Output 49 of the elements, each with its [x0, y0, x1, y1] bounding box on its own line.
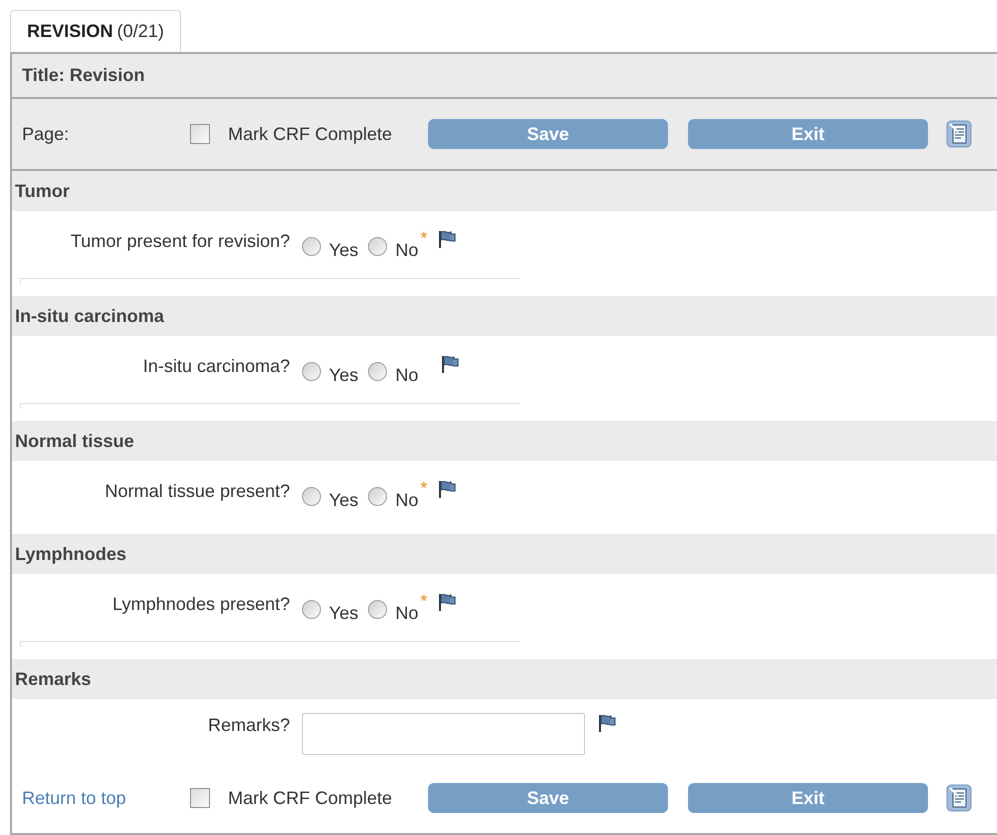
- return-to-top-link[interactable]: Return to top: [22, 788, 126, 808]
- question-label: Normal tissue present?: [104, 480, 291, 503]
- option-label: Yes: [329, 364, 358, 387]
- option-label: Yes: [329, 602, 358, 625]
- exit-button[interactable]: Exit: [688, 783, 928, 813]
- option-label: Yes: [329, 239, 358, 262]
- flag-icon[interactable]: [437, 592, 458, 612]
- form-title-bar: Title: Revision: [12, 54, 997, 99]
- flag-icon[interactable]: [437, 479, 458, 499]
- page-label: Page:: [22, 124, 70, 144]
- radio-button[interactable]: [368, 487, 388, 506]
- required-asterisk: *: [420, 479, 428, 497]
- radio-button[interactable]: [302, 600, 321, 619]
- option-label: No: [395, 364, 418, 387]
- option-label: No: [395, 602, 418, 625]
- option-label: Yes: [329, 489, 358, 512]
- remarks-input[interactable]: [302, 713, 585, 755]
- section-heading: Remarks: [12, 659, 997, 699]
- question-label: Remarks?: [206, 714, 291, 737]
- exit-button[interactable]: Exit: [688, 119, 928, 149]
- question-label: Lymphnodes present?: [112, 593, 291, 616]
- question-label: In-situ carcinoma?: [142, 355, 291, 378]
- required-asterisk: *: [420, 229, 428, 247]
- radio-button[interactable]: [368, 362, 388, 381]
- radio-button[interactable]: [368, 600, 388, 619]
- section-heading: Lymphnodes: [12, 534, 997, 574]
- flag-icon[interactable]: [597, 713, 617, 733]
- section-heading: In-situ carcinoma: [12, 296, 997, 336]
- option-label: No: [395, 489, 418, 512]
- notes-icon[interactable]: [946, 120, 972, 148]
- mark-complete-label: Mark CRF Complete: [228, 122, 394, 146]
- checkbox[interactable]: [190, 788, 210, 808]
- required-asterisk: *: [420, 592, 428, 610]
- notes-icon[interactable]: [946, 784, 972, 812]
- question-label: Tumor present for revision?: [70, 230, 291, 253]
- radio-button[interactable]: [368, 237, 388, 256]
- save-button[interactable]: Save: [428, 119, 668, 149]
- checkbox[interactable]: [190, 124, 210, 144]
- section-heading: Tumor: [12, 171, 997, 211]
- flag-icon[interactable]: [440, 354, 460, 374]
- radio-button[interactable]: [302, 487, 321, 506]
- option-label: No: [395, 239, 418, 262]
- radio-button[interactable]: [302, 237, 321, 256]
- save-button[interactable]: Save: [428, 783, 668, 813]
- section-heading: Normal tissue: [12, 421, 997, 461]
- radio-button[interactable]: [302, 362, 321, 381]
- flag-icon[interactable]: [437, 229, 458, 249]
- mark-complete-label: Mark CRF Complete: [228, 786, 394, 810]
- revision-tab[interactable]: REVISION (0/21): [10, 10, 182, 52]
